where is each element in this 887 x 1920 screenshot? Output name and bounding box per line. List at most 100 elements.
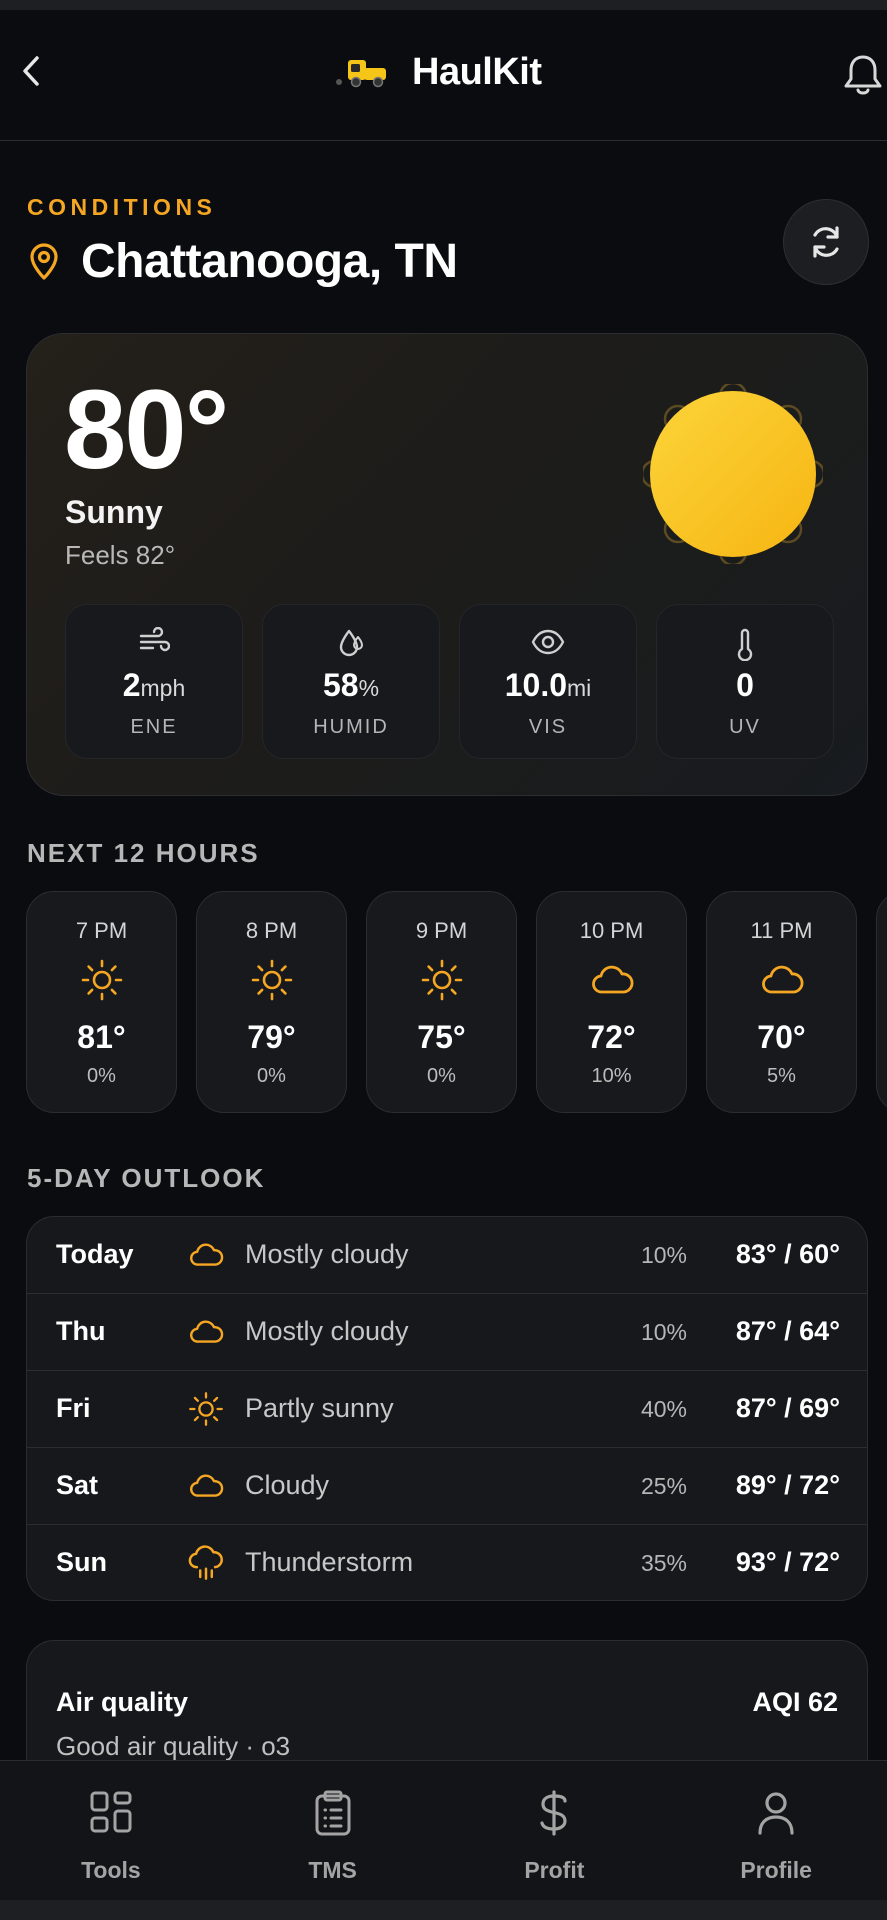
stat-humidity: 58% HUMID bbox=[262, 604, 440, 759]
hour-precip: 0% bbox=[87, 1065, 116, 1087]
nav-profit[interactable]: Profit bbox=[444, 1761, 666, 1900]
outlook-day: Thu bbox=[56, 1316, 106, 1346]
sun-icon bbox=[81, 959, 122, 1001]
stat-uv: 0 UV bbox=[656, 604, 834, 759]
outlook-range: 83° / 60° bbox=[735, 1239, 840, 1269]
stat-label: ENE bbox=[130, 716, 178, 738]
wind-icon bbox=[139, 627, 170, 652]
stat-visibility: 10.0mi VIS bbox=[459, 604, 637, 759]
sun-icon bbox=[251, 959, 292, 1001]
stat-label: VIS bbox=[528, 716, 568, 738]
outlook-condition: Mostly cloudy bbox=[245, 1239, 409, 1269]
outlook-precip: 10% bbox=[640, 1242, 687, 1268]
stat-value: 0 bbox=[736, 667, 754, 703]
status-strip bbox=[0, 0, 887, 10]
nav-label: Tools bbox=[81, 1857, 141, 1883]
back-button[interactable] bbox=[14, 54, 48, 88]
hourly-title: NEXT 12 HOURS bbox=[27, 838, 260, 868]
outlook-condition: Mostly cloudy bbox=[245, 1316, 409, 1346]
outlook-condition: Partly sunny bbox=[245, 1393, 394, 1423]
stat-value: 2 bbox=[122, 667, 141, 703]
dollar-icon bbox=[540, 1790, 567, 1836]
stat-unit: mi bbox=[567, 675, 592, 701]
nav-label: Profile bbox=[740, 1857, 812, 1883]
outlook-day: Today bbox=[56, 1239, 134, 1269]
feels-like: Feels 82° bbox=[65, 540, 176, 570]
nav-label: Profit bbox=[524, 1857, 585, 1883]
hour-time: 11 PM bbox=[750, 918, 813, 943]
current-conditions-card: 80° Sunny Feels 82° 2mph ENE 58% HUMID 1… bbox=[26, 333, 868, 796]
outlook-condition: Thunderstorm bbox=[245, 1547, 414, 1577]
hour-card[interactable]: 11 PM 70° 5% bbox=[706, 891, 857, 1113]
hour-card[interactable] bbox=[876, 891, 887, 1113]
outlook-row[interactable]: Fri Partly sunny 40% 87° / 69° bbox=[27, 1371, 867, 1448]
hourly-forecast-list[interactable]: 7 PM 81° 0% 8 PM 79° 0% 9 PM 75° 0% 10 P… bbox=[26, 891, 887, 1113]
stat-label: HUMID bbox=[313, 716, 389, 738]
outlook-range: 89° / 72° bbox=[735, 1470, 840, 1500]
outlook-range: 87° / 64° bbox=[735, 1316, 840, 1346]
stat-unit: mph bbox=[140, 675, 186, 701]
cloud-icon bbox=[190, 1320, 224, 1343]
bell-icon[interactable] bbox=[842, 52, 884, 98]
refresh-icon bbox=[813, 226, 839, 258]
hour-precip: 0% bbox=[427, 1065, 456, 1087]
cloud-icon bbox=[591, 965, 633, 994]
thunderstorm-icon bbox=[188, 1545, 223, 1580]
hour-card[interactable]: 7 PM 81° 0% bbox=[26, 891, 177, 1113]
cloud-icon bbox=[761, 965, 803, 994]
hour-time: 9 PM bbox=[415, 918, 468, 943]
eye-icon bbox=[531, 629, 565, 655]
outlook-condition: Cloudy bbox=[245, 1470, 330, 1500]
brand: HaulKit bbox=[334, 50, 542, 94]
five-day-outlook: Today Mostly cloudy 10% 83° / 60° Thu Mo… bbox=[26, 1216, 868, 1601]
hour-time: 8 PM bbox=[245, 918, 298, 943]
sun-icon bbox=[189, 1392, 223, 1426]
app-title: HaulKit bbox=[412, 50, 542, 93]
sun-icon bbox=[421, 959, 462, 1001]
outlook-row[interactable]: Sat Cloudy 25% 89° / 72° bbox=[27, 1448, 867, 1525]
hour-temp: 70° bbox=[757, 1019, 806, 1055]
cloud-icon bbox=[190, 1243, 224, 1266]
current-condition: Sunny bbox=[65, 494, 163, 530]
app-header: HaulKit bbox=[0, 10, 887, 141]
section-eyebrow: CONDITIONS bbox=[27, 194, 217, 220]
aqi-value: AQI 62 bbox=[752, 1687, 838, 1717]
nav-profile[interactable]: Profile bbox=[665, 1761, 887, 1900]
hour-card[interactable]: 9 PM 75° 0% bbox=[366, 891, 517, 1113]
hour-precip: 10% bbox=[591, 1065, 632, 1087]
nav-label: TMS bbox=[308, 1857, 357, 1883]
truck-icon bbox=[336, 60, 386, 88]
user-icon bbox=[758, 1792, 794, 1835]
hour-temp: 79° bbox=[247, 1019, 296, 1055]
stats-row: 2mph ENE 58% HUMID 10.0mi VIS 0 UV bbox=[65, 604, 834, 759]
outlook-day: Sun bbox=[56, 1547, 107, 1577]
stat-value: 58 bbox=[322, 667, 359, 703]
hour-temp: 75° bbox=[417, 1019, 466, 1055]
outlook-day: Fri bbox=[56, 1393, 91, 1423]
outlook-row[interactable]: Sun Thunderstorm 35% 93° / 72° bbox=[27, 1525, 867, 1600]
stat-label: UV bbox=[729, 716, 761, 738]
hour-precip: 0% bbox=[257, 1065, 286, 1087]
hour-card[interactable]: 10 PM 72° 10% bbox=[536, 891, 687, 1113]
nav-tools[interactable]: Tools bbox=[0, 1761, 222, 1900]
outlook-range: 93° / 72° bbox=[735, 1547, 840, 1577]
nav-tms[interactable]: TMS bbox=[222, 1761, 444, 1900]
hour-card[interactable]: 8 PM 79° 0% bbox=[196, 891, 347, 1113]
hour-temp: 81° bbox=[77, 1019, 126, 1055]
current-temp: 80° bbox=[64, 367, 229, 492]
air-quality-summary: Good air quality · o3 bbox=[56, 1731, 291, 1761]
home-indicator-strip bbox=[0, 1900, 887, 1920]
stat-wind: 2mph ENE bbox=[65, 604, 243, 759]
outlook-range: 87° / 69° bbox=[735, 1393, 840, 1423]
outlook-title: 5-DAY OUTLOOK bbox=[27, 1163, 266, 1193]
grid-icon bbox=[90, 1791, 132, 1833]
hour-precip: 5% bbox=[767, 1065, 796, 1087]
hour-temp: 72° bbox=[587, 1019, 636, 1055]
refresh-button[interactable] bbox=[783, 199, 869, 285]
chevron-left-icon bbox=[23, 56, 39, 86]
stat-value: 10.0 bbox=[504, 667, 567, 703]
outlook-row[interactable]: Today Mostly cloudy 10% 83° / 60° bbox=[27, 1217, 867, 1294]
outlook-row[interactable]: Thu Mostly cloudy 10% 87° / 64° bbox=[27, 1294, 867, 1371]
thermometer-icon bbox=[737, 628, 753, 661]
outlook-precip: 40% bbox=[640, 1396, 687, 1422]
